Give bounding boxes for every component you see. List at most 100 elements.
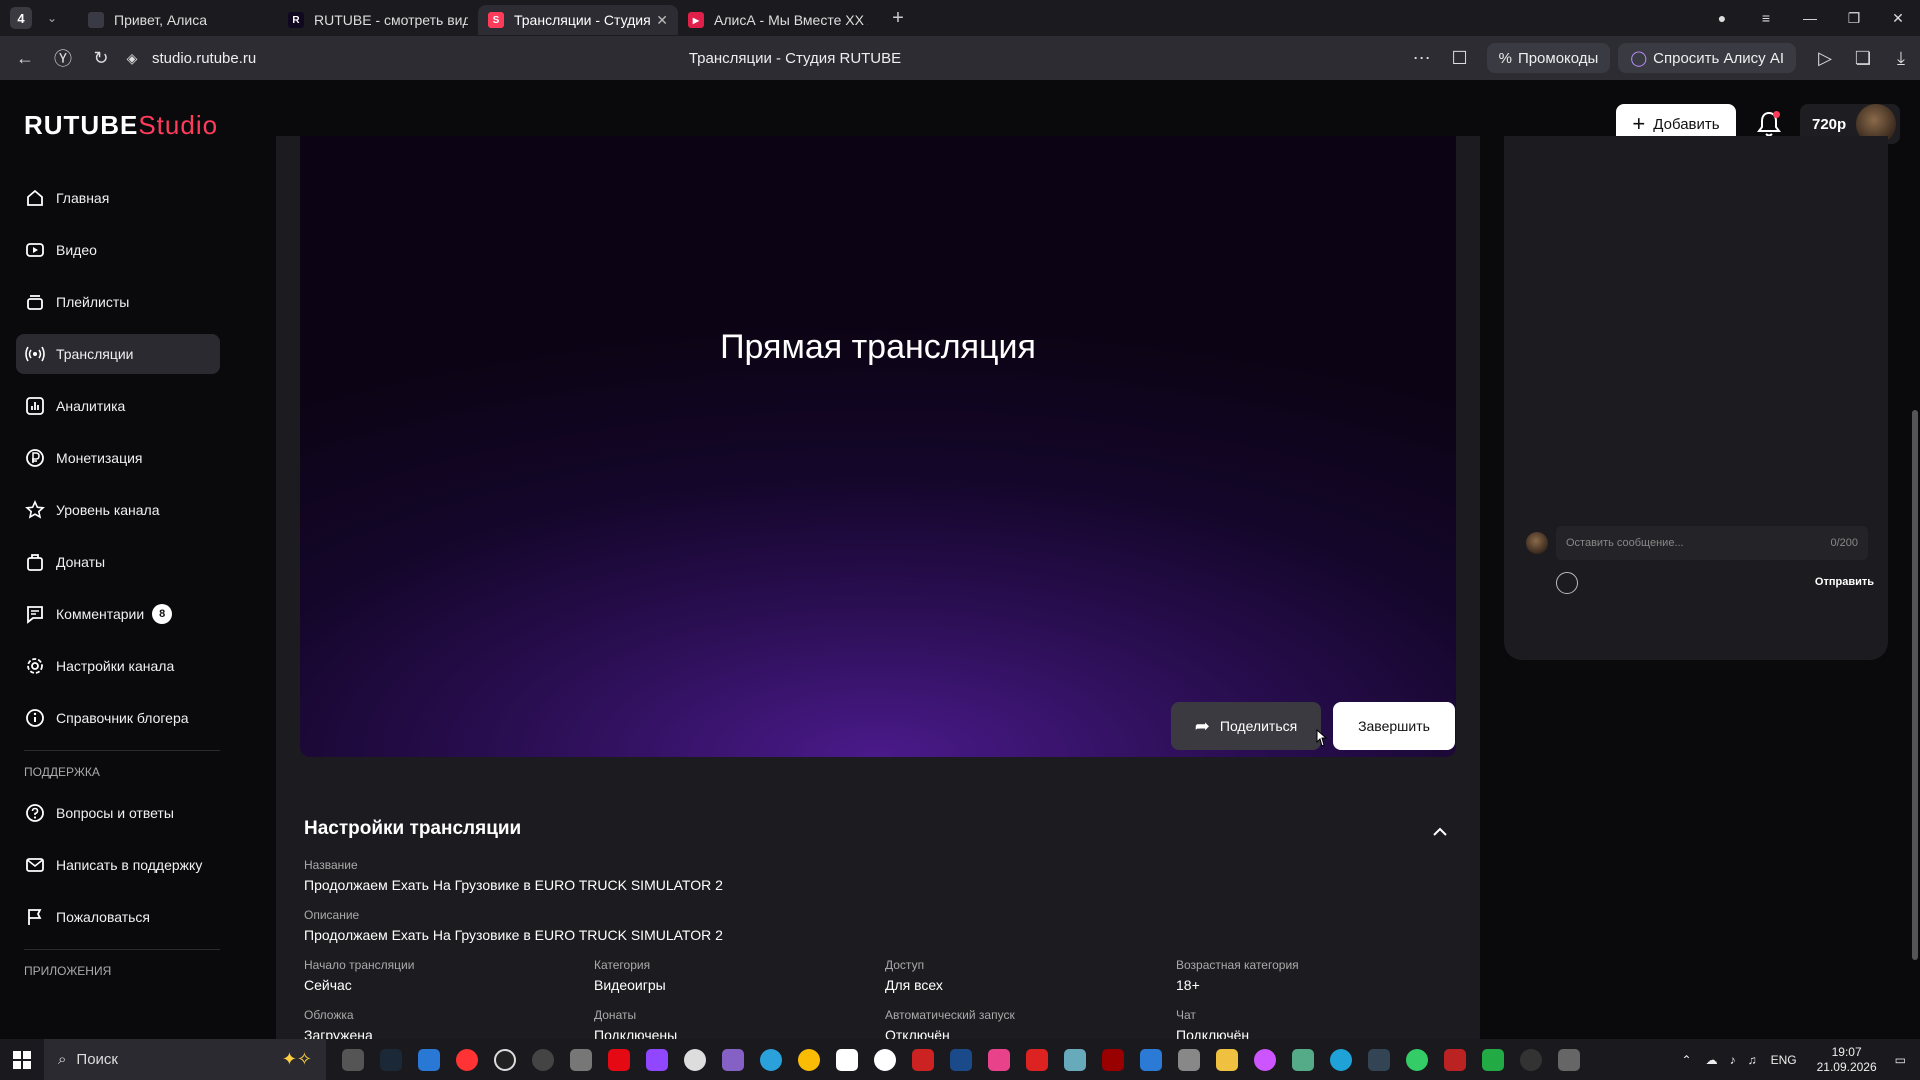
- new-tab-icon[interactable]: +: [886, 6, 910, 30]
- reload-icon[interactable]: ↻: [82, 42, 120, 74]
- task-view-icon[interactable]: [342, 1048, 364, 1071]
- taskbar-clock[interactable]: 19:07 21.09.2026: [1817, 1045, 1877, 1075]
- field-name: Название Продолжаем Ехать На Грузовике в…: [304, 858, 723, 893]
- windows-start-icon[interactable]: [0, 1039, 44, 1080]
- chevron-up-icon[interactable]: [1430, 822, 1450, 842]
- browser-tab-1[interactable]: R RUTUBE - смотреть виде: [278, 5, 478, 35]
- app-icon[interactable]: [1558, 1048, 1580, 1071]
- shield-icon[interactable]: ◈: [120, 42, 144, 74]
- game-icon[interactable]: [912, 1048, 934, 1071]
- field-access: Доступ Для всех: [885, 958, 943, 993]
- back-icon[interactable]: ←: [6, 42, 44, 74]
- app-icon[interactable]: [1482, 1048, 1504, 1071]
- sidebar-item-channel-level[interactable]: Уровень канала: [16, 490, 220, 530]
- visual-studio-icon[interactable]: [722, 1048, 744, 1071]
- store-icon[interactable]: [418, 1048, 440, 1071]
- emoji-icon[interactable]: [1556, 572, 1578, 594]
- app-icon[interactable]: [1102, 1048, 1124, 1071]
- telegram-icon[interactable]: [760, 1048, 782, 1071]
- settings-icon[interactable]: [570, 1048, 592, 1071]
- sidebar-item-contact-support[interactable]: Написать в поддержку: [16, 845, 220, 885]
- network-icon[interactable]: ☁: [1706, 1053, 1718, 1067]
- tab-counter[interactable]: 4: [10, 7, 32, 29]
- app-icon[interactable]: [1178, 1048, 1200, 1071]
- minimize-icon[interactable]: —: [1788, 10, 1832, 26]
- chevron-down-icon[interactable]: ⌄: [40, 6, 64, 30]
- promocodes-button[interactable]: % Промокоды: [1486, 43, 1611, 73]
- volume-icon[interactable]: ♫: [1748, 1053, 1757, 1067]
- sidebar-item-blogger-guide[interactable]: Справочник блогера: [16, 698, 220, 738]
- yandex-browser-icon[interactable]: [456, 1048, 478, 1071]
- app-icon[interactable]: [1292, 1048, 1314, 1071]
- share-button[interactable]: ➦ Поделиться: [1171, 702, 1321, 750]
- steam-icon[interactable]: [380, 1048, 402, 1071]
- netflix-icon[interactable]: [608, 1048, 630, 1071]
- app-icon[interactable]: [1406, 1048, 1428, 1071]
- sidebar-item-donations[interactable]: Донаты: [16, 542, 220, 582]
- sidebar-item-comments[interactable]: Комментарии 8: [16, 594, 220, 634]
- url-field[interactable]: studio.rutube.ru: [152, 50, 256, 67]
- ask-alice-button[interactable]: ◯ Спросить Алису AI: [1618, 43, 1796, 73]
- chat-message-input[interactable]: Оставить сообщение... 0/200: [1556, 526, 1868, 560]
- video-player[interactable]: Прямая трансляция: [300, 136, 1456, 757]
- sidebar-item-playlists[interactable]: Плейлисты: [16, 282, 220, 322]
- app-icon[interactable]: [684, 1048, 706, 1071]
- more-icon[interactable]: ⋯: [1403, 42, 1441, 74]
- edge-icon[interactable]: [1330, 1048, 1352, 1071]
- app-icon[interactable]: [1140, 1048, 1162, 1071]
- close-icon[interactable]: ✕: [656, 12, 668, 29]
- rutube-studio-logo[interactable]: RUTUBEStudio: [24, 110, 218, 141]
- rockstar-icon[interactable]: [836, 1048, 858, 1071]
- browser-tab-2[interactable]: S Трансляции - Студия R ✕: [478, 5, 678, 35]
- obs-icon[interactable]: [494, 1048, 516, 1071]
- app-icon[interactable]: [988, 1048, 1010, 1071]
- download-icon[interactable]: ⤓: [1882, 42, 1920, 74]
- taskbar-search[interactable]: ⌕ Поиск ✦✧: [44, 1039, 326, 1080]
- app-icon[interactable]: [532, 1048, 554, 1071]
- sidebar-item-analytics[interactable]: Аналитика: [16, 386, 220, 426]
- sidebar-item-video[interactable]: Видео: [16, 230, 220, 270]
- bell-icon[interactable]: [1756, 110, 1782, 138]
- app-icon[interactable]: [1520, 1048, 1542, 1071]
- plus-icon: +: [1632, 111, 1646, 136]
- yandex-icon[interactable]: Ⓨ: [44, 42, 82, 74]
- fc-icon[interactable]: [950, 1048, 972, 1071]
- unreal-icon[interactable]: [874, 1048, 896, 1071]
- play-icon[interactable]: ▷: [1806, 42, 1844, 74]
- sidebar-item-monetization[interactable]: Монетизация: [16, 438, 220, 478]
- chrome-icon[interactable]: [798, 1048, 820, 1071]
- explorer-icon[interactable]: [1216, 1048, 1238, 1071]
- app-icon[interactable]: [1064, 1048, 1086, 1071]
- sidebar-item-home[interactable]: Главная: [16, 178, 220, 218]
- profile-icon[interactable]: ●: [1700, 10, 1744, 26]
- sidebar-item-channel-settings[interactable]: Настройки канала: [16, 646, 220, 686]
- twitch-icon[interactable]: [646, 1048, 668, 1071]
- bookmark-icon[interactable]: ☐: [1441, 42, 1479, 74]
- tab-label: RUTUBE - смотреть виде: [314, 12, 468, 28]
- settings-title: Настройки трансляции: [304, 818, 522, 839]
- mic-icon[interactable]: ♪: [1730, 1053, 1736, 1067]
- browser-tab-0[interactable]: Привет, Алиса: [78, 5, 278, 35]
- finish-broadcast-button[interactable]: Завершить: [1333, 702, 1455, 750]
- send-button[interactable]: Отправить: [1815, 576, 1874, 588]
- chevron-up-icon[interactable]: ⌃: [1682, 1053, 1692, 1067]
- language-indicator[interactable]: ENG: [1771, 1053, 1797, 1067]
- sidebar-item-broadcasts[interactable]: Трансляции: [16, 334, 220, 374]
- collections-icon[interactable]: ❏: [1844, 42, 1882, 74]
- app-icon[interactable]: [1444, 1048, 1466, 1071]
- close-window-icon[interactable]: ✕: [1876, 10, 1920, 27]
- page-scrollbar[interactable]: [1912, 410, 1918, 960]
- sidebar-item-report[interactable]: Пожаловаться: [16, 897, 220, 937]
- studio-favicon: S: [488, 12, 504, 28]
- browser-tab-3[interactable]: ▶ АлисА - Мы Вместе XX Ле: [678, 5, 878, 35]
- notifications-icon[interactable]: ▭: [1895, 1053, 1906, 1067]
- menu-icon[interactable]: ≡: [1744, 10, 1788, 26]
- sidebar-item-label: Уровень канала: [56, 502, 160, 518]
- app-icon[interactable]: [1254, 1048, 1276, 1071]
- app-icon[interactable]: [1368, 1048, 1390, 1071]
- window-controls: ● ≡ — ❐ ✕: [1700, 0, 1920, 36]
- restore-icon[interactable]: ❐: [1832, 10, 1876, 27]
- live-chat-panel: Оставить сообщение... 0/200 Отправить: [1504, 136, 1888, 660]
- app-icon[interactable]: [1026, 1048, 1048, 1071]
- sidebar-item-faq[interactable]: Вопросы и ответы: [16, 793, 220, 833]
